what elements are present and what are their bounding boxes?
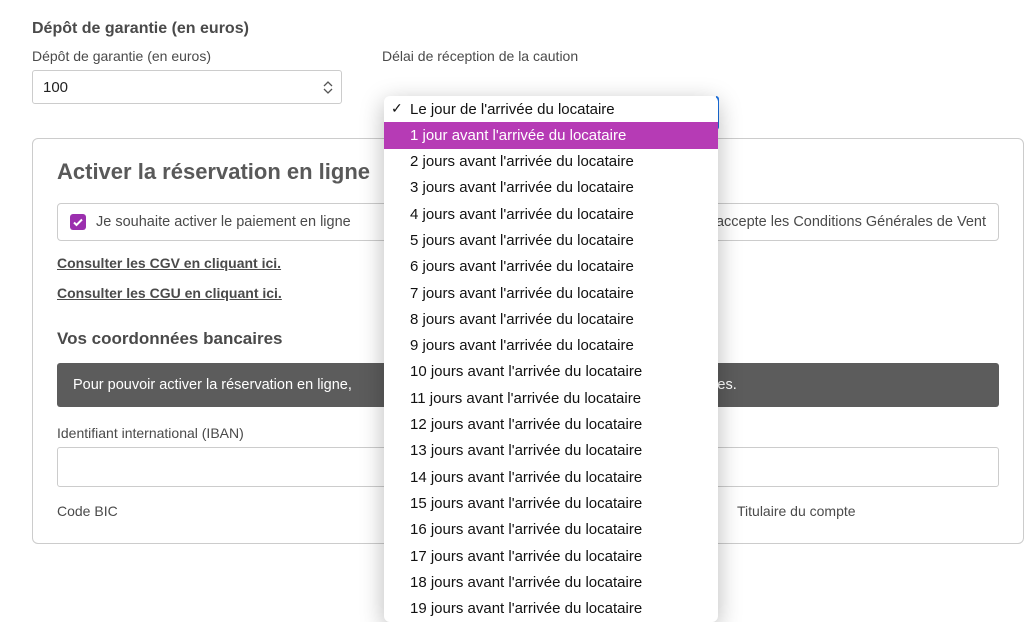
dropdown-option[interactable]: 1 jour avant l'arrivée du locataire (384, 122, 718, 148)
dropdown-option[interactable]: 12 jours avant l'arrivée du locataire (384, 412, 718, 438)
dropdown-option[interactable]: 9 jours avant l'arrivée du locataire (384, 333, 718, 359)
deposit-stepper[interactable] (323, 75, 337, 99)
deadline-dropdown[interactable]: Le jour de l'arrivée du locataire1 jour … (384, 96, 718, 622)
dropdown-option[interactable]: 3 jours avant l'arrivée du locataire (384, 175, 718, 201)
dropdown-option[interactable]: 2 jours avant l'arrivée du locataire (384, 149, 718, 175)
dropdown-option[interactable]: 5 jours avant l'arrivée du locataire (384, 227, 718, 253)
dropdown-option[interactable]: 19 jours avant l'arrivée du locataire (384, 596, 718, 622)
dropdown-option[interactable]: 6 jours avant l'arrivée du locataire (384, 254, 718, 280)
dropdown-option[interactable]: 13 jours avant l'arrivée du locataire (384, 438, 718, 464)
holder-label: Titulaire du compte (737, 503, 856, 519)
dropdown-option[interactable]: 18 jours avant l'arrivée du locataire (384, 569, 718, 595)
chevron-down-icon (323, 88, 333, 94)
dropdown-option[interactable]: 16 jours avant l'arrivée du locataire (384, 517, 718, 543)
consent-text-prefix: Je souhaite activer le paiement en ligne (96, 214, 351, 230)
dropdown-option[interactable]: 8 jours avant l'arrivée du locataire (384, 306, 718, 332)
deposit-value: 100 (43, 79, 68, 96)
deadline-label: Délai de réception de la caution (382, 48, 578, 64)
deposit-input[interactable]: 100 (32, 70, 342, 104)
deposit-label: Dépôt de garantie (en euros) (32, 48, 342, 64)
dropdown-option[interactable]: 14 jours avant l'arrivée du locataire (384, 464, 718, 490)
consent-checkbox[interactable] (70, 214, 86, 230)
chevron-up-icon (323, 81, 333, 87)
info-prefix: Pour pouvoir activer la réservation en l… (73, 377, 356, 393)
dropdown-option[interactable]: 10 jours avant l'arrivée du locataire (384, 359, 718, 385)
dropdown-option[interactable]: 7 jours avant l'arrivée du locataire (384, 280, 718, 306)
dropdown-option[interactable]: 4 jours avant l'arrivée du locataire (384, 201, 718, 227)
consent-text-suffix: et j'accepte les Conditions Générales de… (694, 214, 986, 230)
deposit-section-title: Dépôt de garantie (en euros) (32, 20, 1033, 38)
check-icon (73, 218, 83, 227)
dropdown-option[interactable]: Le jour de l'arrivée du locataire (384, 96, 718, 122)
dropdown-option[interactable]: 15 jours avant l'arrivée du locataire (384, 490, 718, 516)
dropdown-option[interactable]: 17 jours avant l'arrivée du locataire (384, 543, 718, 569)
dropdown-option[interactable]: 11 jours avant l'arrivée du locataire (384, 385, 718, 411)
